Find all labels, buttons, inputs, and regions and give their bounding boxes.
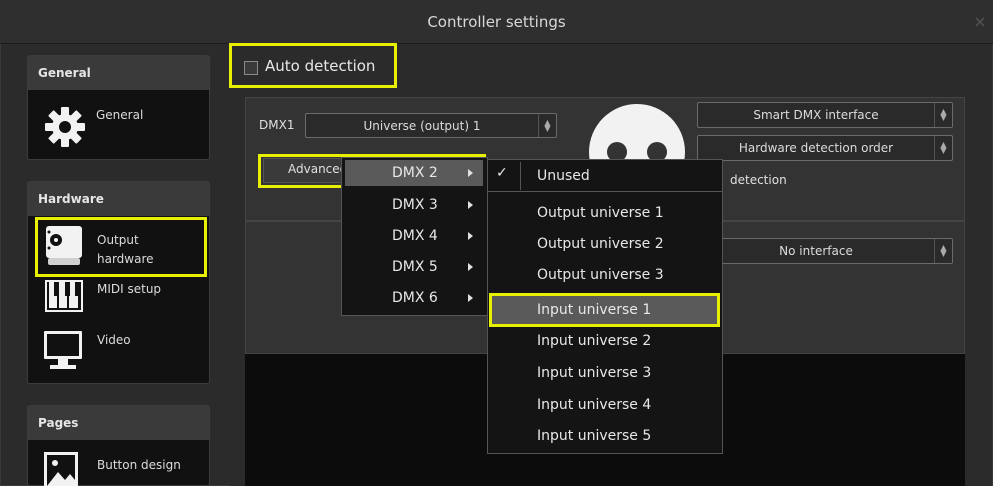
submenu-arrow-icon (468, 263, 473, 271)
advanced-button-label: Advanced (288, 162, 348, 176)
sidebar-item-video[interactable]: Video (97, 331, 131, 349)
advanced-button[interactable]: Advanced (263, 158, 353, 183)
sidebar-header-hardware: Hardware (28, 182, 209, 216)
universe-item-input-3[interactable]: Input universe 3 (537, 365, 651, 381)
submenu-item-dmx5[interactable]: DMX 5 (392, 259, 438, 275)
interface-select-value: Smart DMX interface (753, 108, 879, 122)
check-icon: ✓ (496, 165, 508, 181)
interface-box-icon (44, 224, 84, 271)
submenu-arrow-icon (468, 169, 473, 177)
title-bar: Controller settings (0, 0, 993, 44)
universe-item-unused[interactable]: Unused (537, 168, 590, 184)
auto-detection-checkbox[interactable] (244, 61, 258, 75)
output-hardware-label-line2: hardware (97, 252, 154, 266)
dmx1-label: DMX1 (259, 118, 295, 132)
spinner-icon: ▲ ▼ (934, 103, 952, 127)
gear-icon (43, 105, 87, 152)
submenu-item-dmx2[interactable]: DMX 2 (392, 165, 438, 181)
second-interface-value: No interface (779, 244, 853, 258)
sidebar-item-button-design[interactable]: Button design (97, 456, 181, 474)
submenu-arrow-icon (468, 294, 473, 302)
universe-item-input-2[interactable]: Input universe 2 (537, 333, 651, 349)
universe-item-input-5[interactable]: Input universe 5 (537, 428, 651, 444)
sidebar-header-general: General (28, 56, 209, 90)
monitor-icon (42, 329, 86, 376)
detection-order-select[interactable]: Hardware detection order ▲ ▼ (697, 135, 953, 161)
sidebar-header-pages: Pages (28, 406, 209, 440)
window-title: Controller settings (427, 12, 566, 31)
sidebar-item-output-hardware[interactable]: Output hardware (97, 231, 154, 269)
sidebar-item-general[interactable]: General (96, 106, 143, 124)
interface-select[interactable]: Smart DMX interface ▲ ▼ (697, 102, 953, 128)
submenu-arrow-icon (468, 201, 473, 209)
universe-item-input-1[interactable]: Input universe 1 (537, 302, 651, 318)
spinner-icon: ▲ ▼ (934, 136, 952, 160)
spinner-icon: ▲ ▼ (538, 114, 556, 137)
auto-detection-label: Auto detection (265, 57, 376, 75)
submenu-arrow-icon (468, 232, 473, 240)
universe-item-input-4[interactable]: Input universe 4 (537, 397, 651, 413)
universe-item-output-3[interactable]: Output universe 3 (537, 267, 664, 283)
second-interface-select[interactable]: No interface ▲ ▼ (697, 238, 953, 264)
output-hardware-label-line1: Output (97, 233, 139, 247)
spinner-icon: ▲ ▼ (934, 239, 952, 263)
submenu-item-dmx4[interactable]: DMX 4 (392, 228, 438, 244)
dmx1-universe-select[interactable]: Universe (output) 1 ▲ ▼ (305, 113, 557, 138)
close-button[interactable]: × (972, 12, 988, 32)
detection-order-value: Hardware detection order (738, 141, 894, 155)
universe-item-output-2[interactable]: Output universe 2 (537, 236, 664, 252)
picture-icon (42, 450, 82, 486)
dmx1-universe-value: Universe (output) 1 (363, 118, 481, 133)
universe-item-output-1[interactable]: Output universe 1 (537, 205, 664, 221)
submenu-item-dmx3[interactable]: DMX 3 (392, 197, 438, 213)
sidebar-item-midi-setup[interactable]: MIDI setup (97, 280, 161, 298)
detection-label: detection (730, 173, 787, 187)
menu-separator (488, 191, 722, 192)
check-column-divider (520, 162, 521, 190)
submenu-item-dmx6[interactable]: DMX 6 (392, 290, 438, 306)
piano-keys-icon (44, 279, 84, 316)
